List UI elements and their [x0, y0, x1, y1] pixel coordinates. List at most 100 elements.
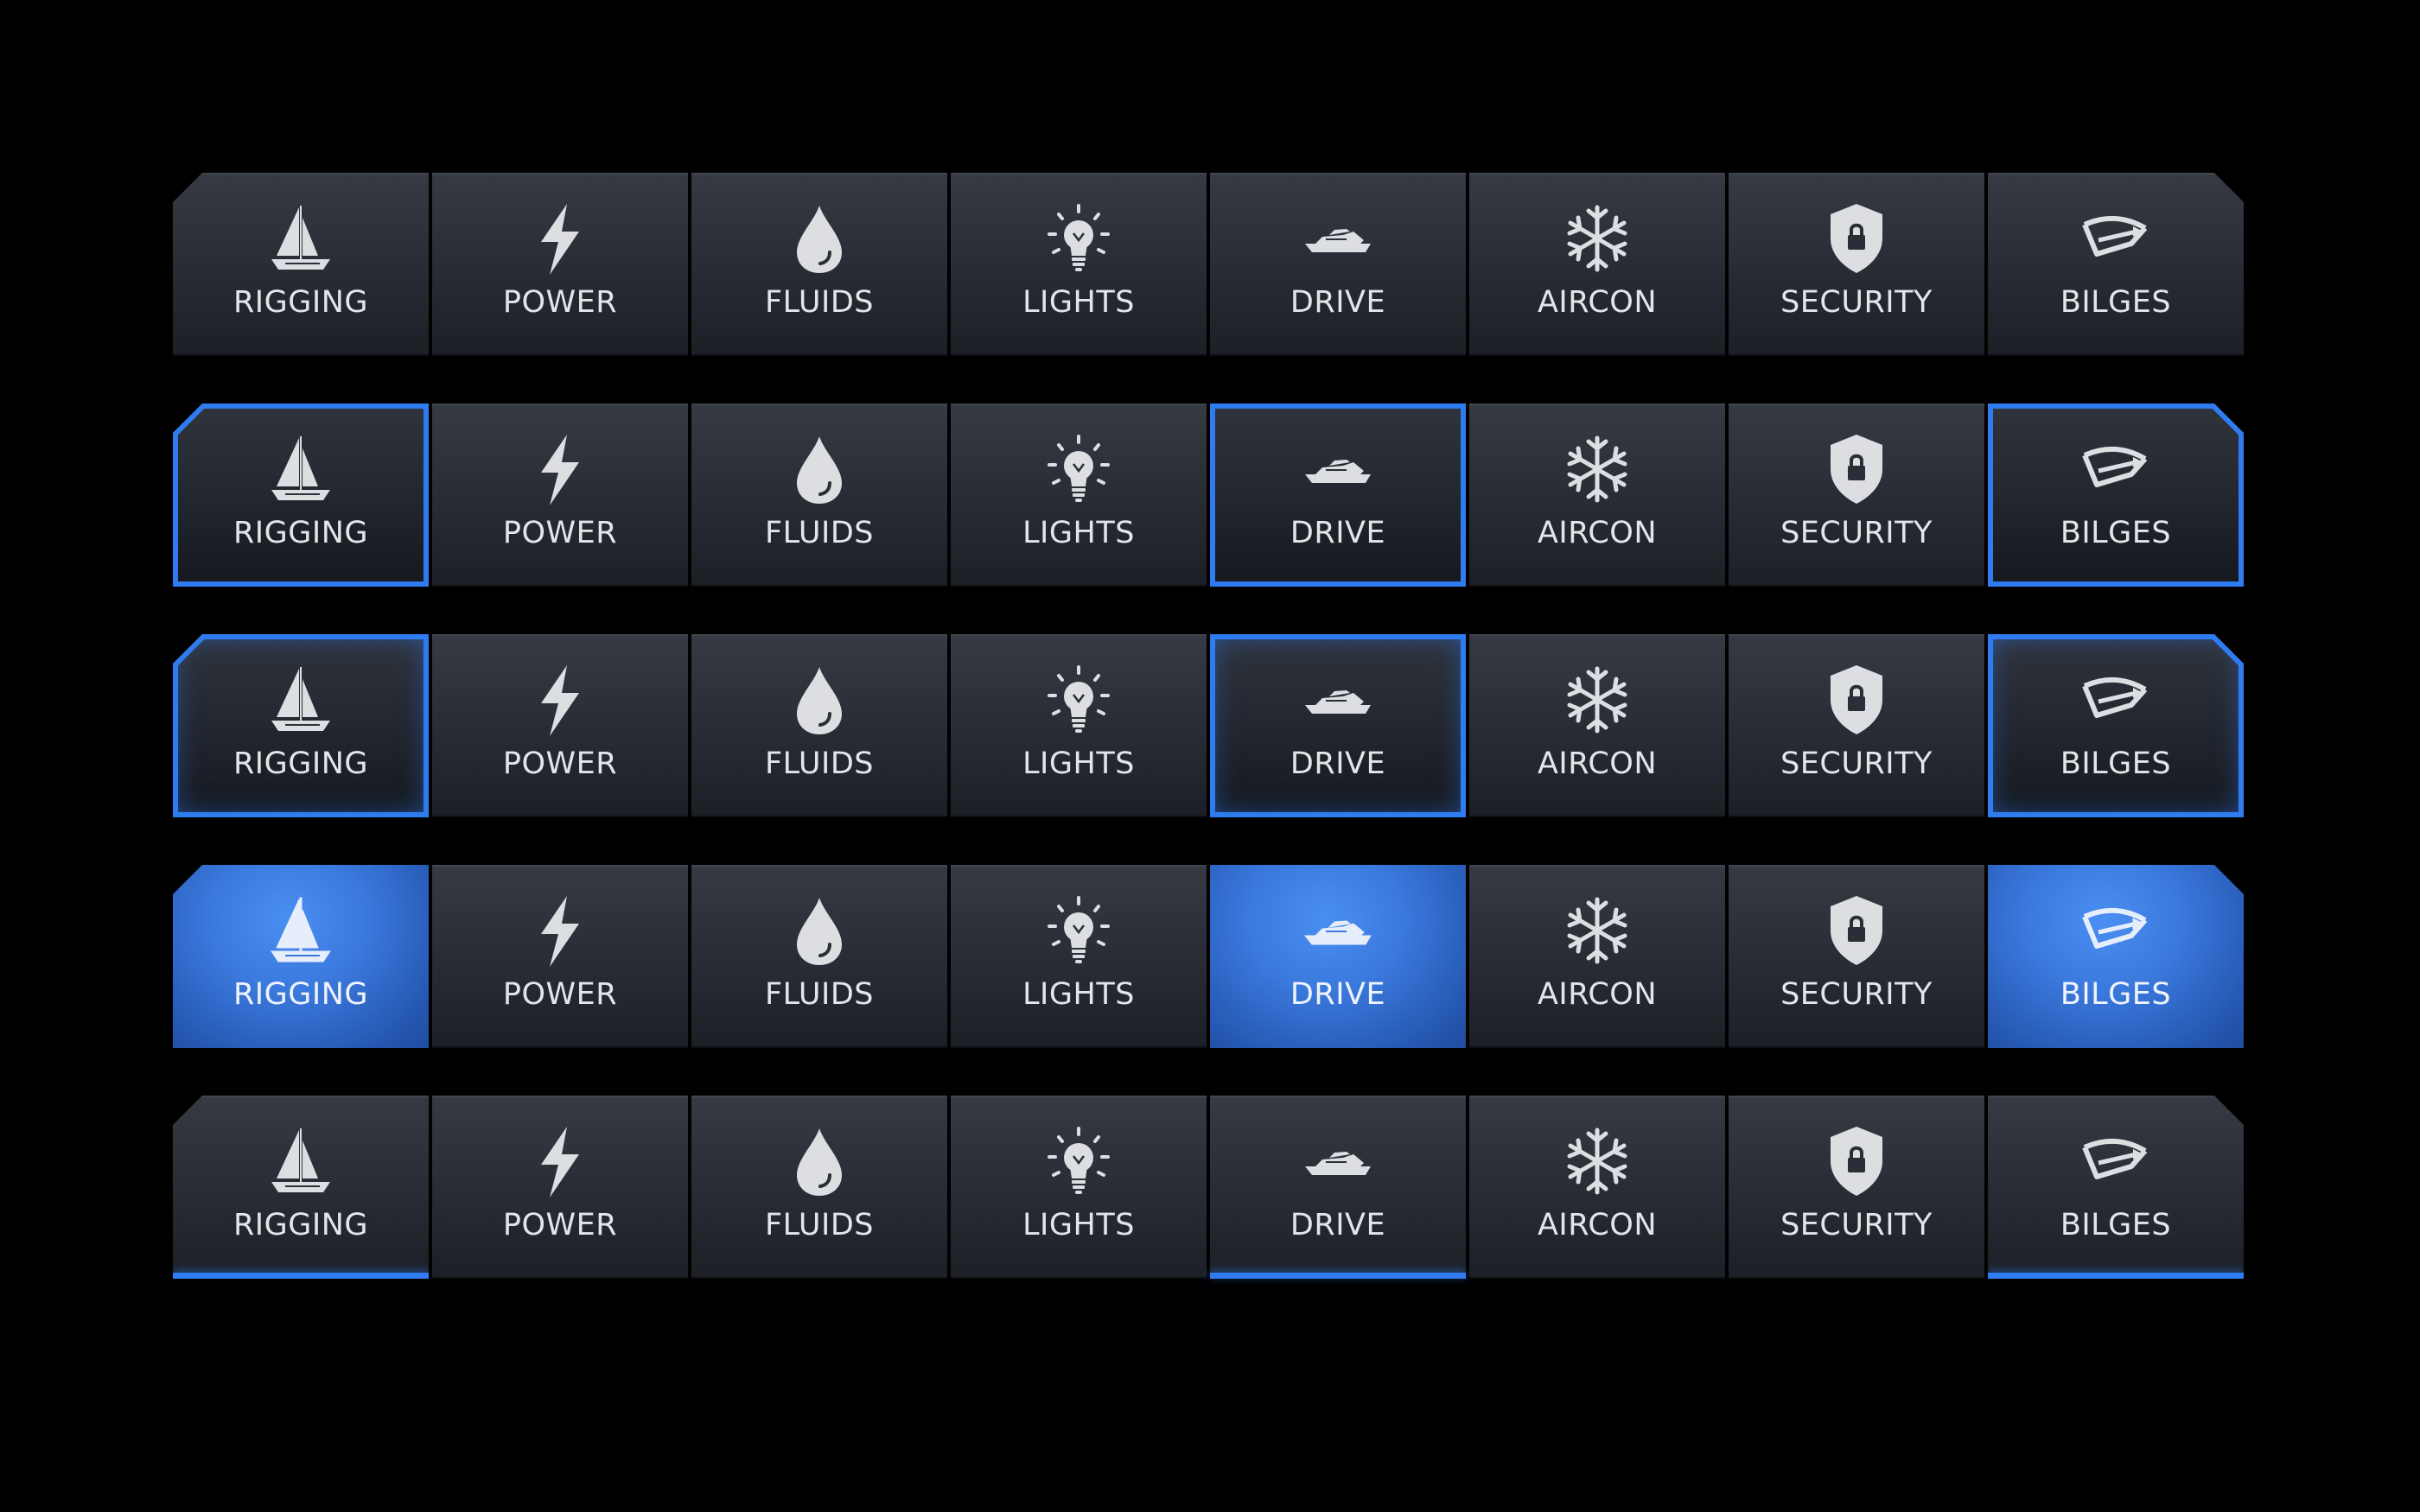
- nav-button-label: RIGGING: [232, 1208, 368, 1242]
- shield-lock-icon: [1822, 1125, 1891, 1199]
- nav-button-bilges[interactable]: BILGES: [1988, 173, 2244, 356]
- nav-button-label: RIGGING: [232, 977, 368, 1012]
- nav-button-aircon[interactable]: AIRCON: [1469, 173, 1725, 356]
- snowflake-icon: [1563, 664, 1632, 738]
- nav-button-security[interactable]: SECURITY: [1729, 1096, 1984, 1279]
- nav-button-bilges[interactable]: BILGES: [1988, 1096, 2244, 1279]
- nav-button-security[interactable]: SECURITY: [1729, 403, 1984, 587]
- snowflake-icon: [1563, 433, 1632, 507]
- nav-row-default: RIGGING POWER FLUIDS LIGHTS DRIVE AIRCON SECUR…: [173, 173, 2247, 356]
- droplet-icon: [785, 664, 854, 738]
- lightbulb-icon: [1044, 664, 1113, 738]
- nav-button-label: BILGES: [2060, 285, 2172, 320]
- nav-button-power[interactable]: POWER: [432, 173, 688, 356]
- nav-button-label: POWER: [502, 516, 618, 550]
- nav-button-rigging[interactable]: RIGGING: [173, 865, 429, 1048]
- lightning-icon: [525, 433, 595, 507]
- droplet-icon: [785, 1125, 854, 1199]
- nav-button-label: POWER: [502, 285, 618, 320]
- nav-button-drive[interactable]: DRIVE: [1210, 865, 1466, 1048]
- nav-button-lights[interactable]: LIGHTS: [951, 1096, 1207, 1279]
- nav-button-label: AIRCON: [1537, 746, 1657, 781]
- nav-button-label: SECURITY: [1780, 1208, 1933, 1242]
- nav-button-label: FLUIDS: [765, 1208, 874, 1242]
- nav-button-lights[interactable]: LIGHTS: [951, 403, 1207, 587]
- nav-button-label: LIGHTS: [1022, 516, 1135, 550]
- nav-button-bilges[interactable]: BILGES: [1988, 634, 2244, 817]
- nav-button-security[interactable]: SECURITY: [1729, 173, 1984, 356]
- bilge-icon: [2081, 894, 2150, 969]
- nav-button-drive[interactable]: DRIVE: [1210, 173, 1466, 356]
- nav-button-label: SECURITY: [1780, 285, 1933, 320]
- nav-row-fill: RIGGING POWER FLUIDS LIGHTS DRIVE AIRCON SECUR…: [173, 865, 2247, 1048]
- droplet-icon: [785, 202, 854, 276]
- sailboat-icon: [266, 894, 335, 969]
- droplet-icon: [785, 433, 854, 507]
- nav-button-label: DRIVE: [1290, 516, 1386, 550]
- motorboat-icon: [1303, 664, 1372, 738]
- nav-button-label: FLUIDS: [765, 516, 874, 550]
- nav-button-aircon[interactable]: AIRCON: [1469, 1096, 1725, 1279]
- motorboat-icon: [1303, 1125, 1372, 1199]
- nav-button-security[interactable]: SECURITY: [1729, 634, 1984, 817]
- bilge-icon: [2081, 1125, 2150, 1199]
- nav-button-power[interactable]: POWER: [432, 634, 688, 817]
- nav-button-label: DRIVE: [1290, 746, 1386, 781]
- nav-button-label: AIRCON: [1537, 285, 1657, 320]
- nav-button-lights[interactable]: LIGHTS: [951, 865, 1207, 1048]
- nav-button-bilges[interactable]: BILGES: [1988, 403, 2244, 587]
- lightbulb-icon: [1044, 202, 1113, 276]
- nav-button-drive[interactable]: DRIVE: [1210, 1096, 1466, 1279]
- active-underline: [1210, 1273, 1466, 1279]
- nav-button-label: DRIVE: [1290, 977, 1386, 1012]
- nav-button-label: AIRCON: [1537, 516, 1657, 550]
- nav-button-power[interactable]: POWER: [432, 1096, 688, 1279]
- nav-button-rigging[interactable]: RIGGING: [173, 634, 429, 817]
- nav-button-label: LIGHTS: [1022, 1208, 1135, 1242]
- nav-bar-variants: RIGGING POWER FLUIDS LIGHTS DRIVE AIRCON SECUR…: [173, 173, 2247, 1326]
- nav-button-lights[interactable]: LIGHTS: [951, 634, 1207, 817]
- shield-lock-icon: [1822, 894, 1891, 969]
- nav-button-label: BILGES: [2060, 1208, 2172, 1242]
- nav-button-label: DRIVE: [1290, 285, 1386, 320]
- lightning-icon: [525, 202, 595, 276]
- nav-button-fluids[interactable]: FLUIDS: [691, 865, 947, 1048]
- motorboat-icon: [1303, 433, 1372, 507]
- nav-button-label: AIRCON: [1537, 1208, 1657, 1242]
- nav-row-outline: RIGGING POWER FLUIDS LIGHTS DRIVE AIRCON SECUR…: [173, 403, 2247, 587]
- snowflake-icon: [1563, 202, 1632, 276]
- nav-button-rigging[interactable]: RIGGING: [173, 403, 429, 587]
- nav-button-fluids[interactable]: FLUIDS: [691, 403, 947, 587]
- nav-button-bilges[interactable]: BILGES: [1988, 865, 2244, 1048]
- active-underline: [1988, 1273, 2244, 1279]
- nav-button-fluids[interactable]: FLUIDS: [691, 173, 947, 356]
- snowflake-icon: [1563, 1125, 1632, 1199]
- nav-button-label: SECURITY: [1780, 746, 1933, 781]
- nav-button-label: RIGGING: [232, 285, 368, 320]
- nav-button-drive[interactable]: DRIVE: [1210, 634, 1466, 817]
- motorboat-icon: [1303, 894, 1372, 969]
- nav-button-fluids[interactable]: FLUIDS: [691, 1096, 947, 1279]
- lightbulb-icon: [1044, 433, 1113, 507]
- lightning-icon: [525, 894, 595, 969]
- nav-button-label: LIGHTS: [1022, 746, 1135, 781]
- nav-button-power[interactable]: POWER: [432, 865, 688, 1048]
- nav-button-aircon[interactable]: AIRCON: [1469, 634, 1725, 817]
- nav-button-rigging[interactable]: RIGGING: [173, 1096, 429, 1279]
- sailboat-icon: [266, 664, 335, 738]
- nav-button-lights[interactable]: LIGHTS: [951, 173, 1207, 356]
- nav-button-rigging[interactable]: RIGGING: [173, 173, 429, 356]
- nav-button-security[interactable]: SECURITY: [1729, 865, 1984, 1048]
- motorboat-icon: [1303, 202, 1372, 276]
- sailboat-icon: [266, 202, 335, 276]
- nav-button-aircon[interactable]: AIRCON: [1469, 403, 1725, 587]
- nav-button-power[interactable]: POWER: [432, 403, 688, 587]
- droplet-icon: [785, 894, 854, 969]
- nav-button-label: SECURITY: [1780, 977, 1933, 1012]
- sailboat-icon: [266, 1125, 335, 1199]
- nav-button-drive[interactable]: DRIVE: [1210, 403, 1466, 587]
- nav-button-label: POWER: [502, 977, 618, 1012]
- bilge-icon: [2081, 202, 2150, 276]
- nav-button-aircon[interactable]: AIRCON: [1469, 865, 1725, 1048]
- nav-button-fluids[interactable]: FLUIDS: [691, 634, 947, 817]
